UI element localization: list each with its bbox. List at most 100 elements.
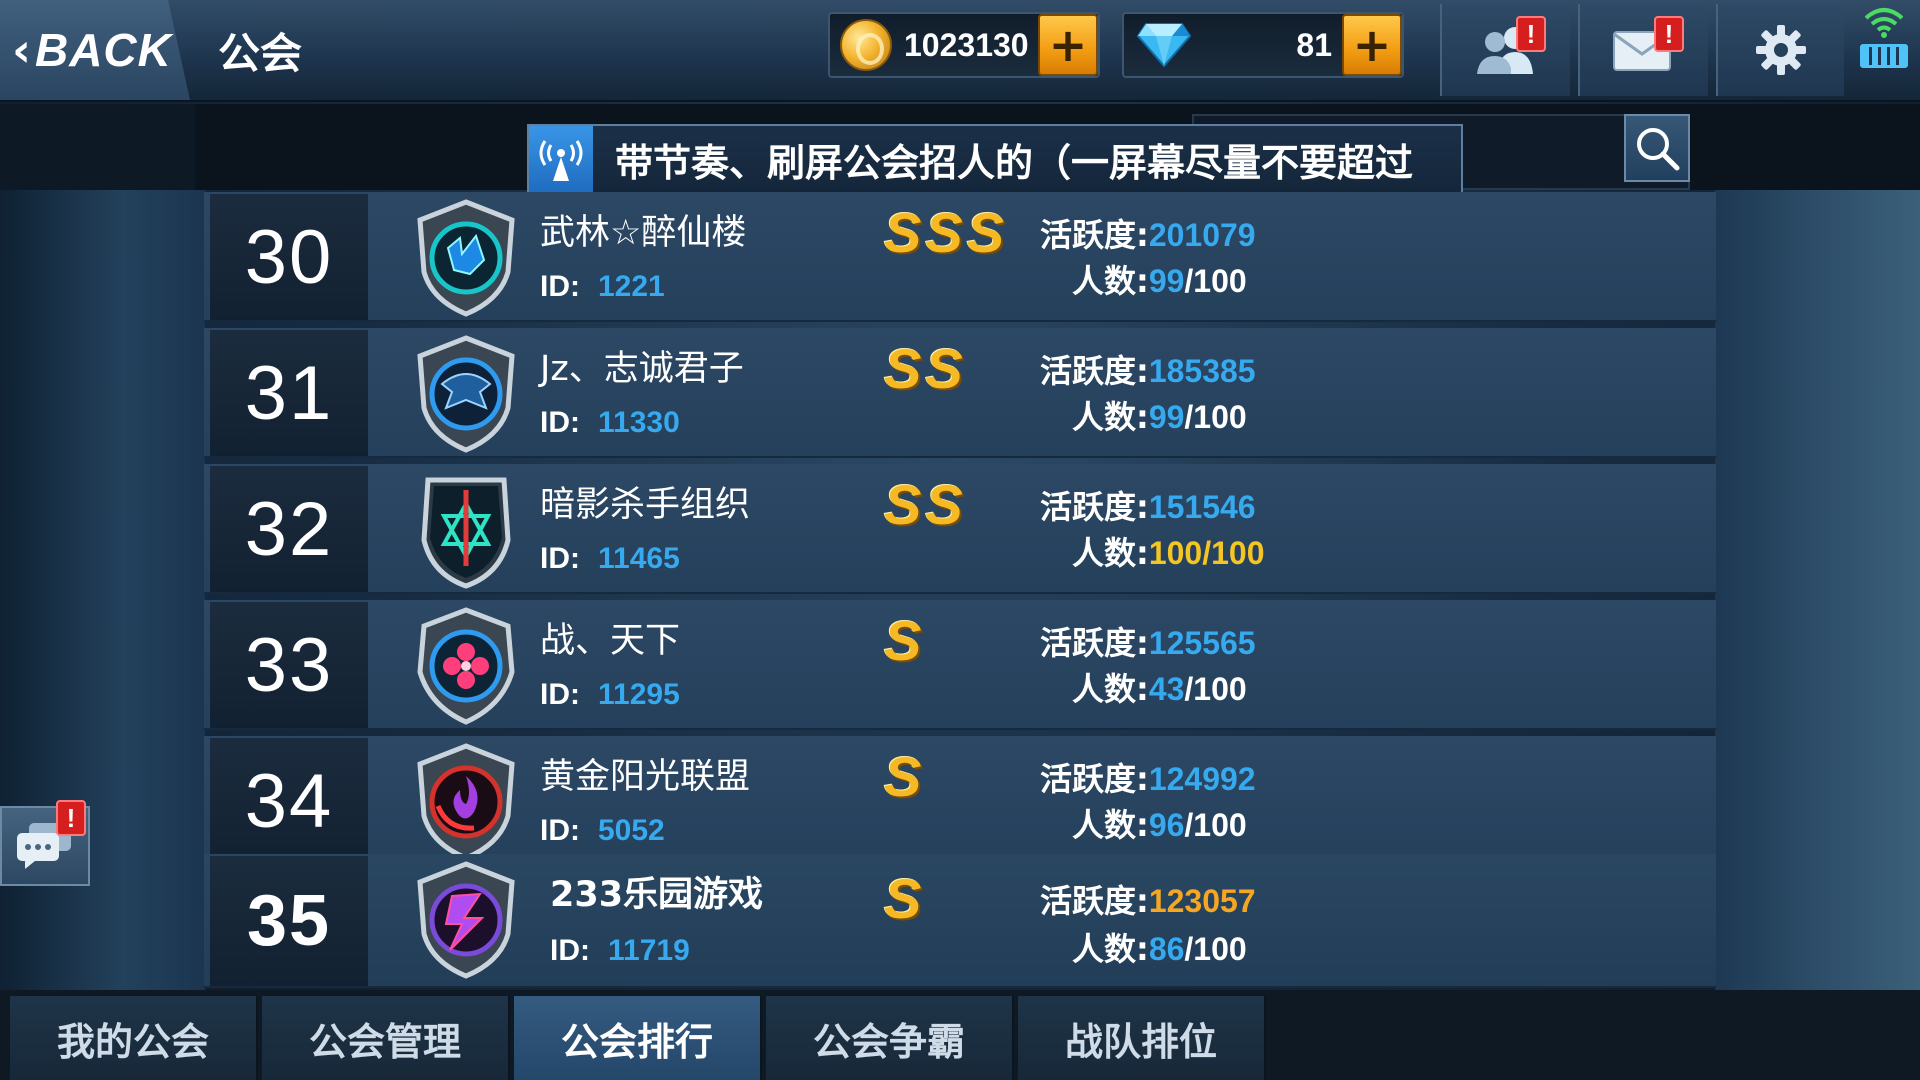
activity-value: 151546 [1148,489,1256,525]
add-gem-button[interactable]: + [1342,14,1402,76]
device-status [1852,6,1916,86]
broadcast-banner[interactable]: 带节奏、刷屏公会招人的（一屏幕尽量不要超过 [527,124,1463,194]
guild-name: 黄金阳光联盟 [540,757,751,797]
guild-members: 人数:43/100 [1072,664,1247,710]
guild-row-own[interactable]: 35 233乐园游戏 ID: 11719 S 活跃度:123057 人数:86/1… [204,854,1716,988]
battery-icon [1860,44,1908,68]
activity-value: 124992 [1148,761,1256,797]
activity-label: 活跃度: [1040,216,1149,254]
guild-id-label: ID: [550,934,590,967]
guild-id: ID: 1221 [540,270,665,304]
guild-ranking-list[interactable]: 30 武林☆醉仙楼 ID: 1221 SSS 活跃度:201079 人数:99/1… [204,192,1716,988]
guild-members: 人数:100/100 [1072,528,1264,574]
activity-value: 201079 [1148,217,1256,253]
members-label: 人数: [1072,262,1149,300]
guild-activity: 活跃度:125565 [1040,618,1256,664]
rank-number: 34 [244,758,334,844]
guild-emblem-icon [417,607,515,725]
members-max: /100 [1202,535,1265,571]
guild-activity: 活跃度:124992 [1040,754,1256,800]
guild-id-value: 5052 [598,814,665,847]
search-button[interactable] [1624,114,1690,182]
rank-badge: 30 [210,194,368,320]
wifi-icon [1864,8,1904,38]
guild-members: 人数:99/100 [1072,392,1247,438]
tab-guild-ranking[interactable]: 公会排行 [514,996,762,1080]
activity-value: 125565 [1148,625,1256,661]
members-count: 99 [1148,263,1185,299]
broadcast-row-left [0,104,195,190]
chat-notification-badge: ! [56,800,86,836]
members-label: 人数: [1072,534,1149,572]
gold-currency: 1023130 + [828,12,1100,78]
members-max: /100 [1184,671,1247,707]
bottom-tab-bar: 我的公会 公会管理 公会排行 公会争霸 战队排位 [0,990,1920,1080]
members-count: 86 [1148,931,1185,967]
members-count: 100 [1148,535,1203,571]
rank-badge: 31 [210,330,368,456]
friends-button[interactable]: ! [1440,4,1570,96]
top-bar: ‹ BACK 公会 1023130 + 81 + ! ! [0,0,1920,102]
gold-coin-icon [840,19,892,71]
guild-row[interactable]: 32 暗影杀手组织 ID: 11465 SS 活跃度:151546 人数:100/… [204,464,1716,594]
guild-members: 人数:96/100 [1072,800,1247,846]
activity-label: 活跃度: [1040,624,1149,662]
guild-id-value: 11465 [598,542,680,575]
guild-emblem-icon [417,335,515,453]
search-icon [1637,128,1680,171]
back-label: BACK [34,24,172,76]
rank-number: 31 [244,350,334,436]
tab-team-ranking[interactable]: 战队排位 [1018,996,1266,1080]
guild-row[interactable]: 33 战、天下 ID: 11295 S 活跃度:125565 人数:43/100 [204,600,1716,730]
activity-label: 活跃度: [1040,352,1149,390]
gem-currency: 81 + [1122,12,1404,78]
guild-row[interactable]: 30 武林☆醉仙楼 ID: 1221 SSS 活跃度:201079 人数:99/1… [204,192,1716,322]
gear-icon [1756,25,1806,75]
guild-id: ID: 11719 [550,934,690,968]
activity-label: 活跃度: [1040,760,1149,798]
mail-notification-badge: ! [1654,16,1684,52]
rank-number: 35 [246,881,332,961]
members-label: 人数: [1072,930,1149,968]
guild-activity: 活跃度:185385 [1040,346,1256,392]
guild-id-label: ID: [540,814,580,847]
guild-emblem-icon [421,477,511,589]
tab-guild-battle[interactable]: 公会争霸 [766,996,1014,1080]
guild-activity: 活跃度:201079 [1040,210,1256,256]
back-button[interactable]: ‹ BACK [0,0,190,100]
mail-button[interactable]: ! [1578,4,1708,96]
chevron-left-icon: ‹ [12,23,31,77]
rank-number: 33 [244,622,334,708]
guild-id-value: 11295 [598,678,680,711]
guild-row[interactable]: 31 Jz、志诚君子 ID: 11330 SS 活跃度:185385 人数:99/… [204,328,1716,458]
guild-id: ID: 11330 [540,406,680,440]
guild-grade: SS [884,337,967,400]
members-max: /100 [1184,807,1247,843]
guild-members: 人数:86/100 [1072,924,1247,970]
members-label: 人数: [1072,806,1149,844]
guild-row[interactable]: 34 黄金阳光联盟 ID: 5052 S 活跃度:124992 人数:96/100 [204,736,1716,866]
guild-grade: SS [884,473,967,536]
guild-grade: S [884,867,926,930]
gem-amount: 81 [1296,26,1332,63]
guild-id: ID: 11465 [540,542,680,576]
guild-grade: S [884,609,926,672]
settings-button[interactable] [1716,4,1844,96]
members-count: 99 [1148,399,1185,435]
add-gold-button[interactable]: + [1038,14,1098,76]
friends-notification-badge: ! [1516,16,1546,52]
members-label: 人数: [1072,670,1149,708]
members-max: /100 [1184,399,1247,435]
guild-members: 人数:99/100 [1072,256,1247,302]
members-max: /100 [1184,931,1247,967]
rank-badge: 32 [210,466,368,592]
activity-label: 活跃度: [1040,488,1149,526]
tab-my-guild[interactable]: 我的公会 [10,996,258,1080]
activity-value: 123057 [1148,883,1256,919]
guild-id-value: 11719 [608,934,690,967]
members-count: 43 [1148,671,1185,707]
tab-guild-management[interactable]: 公会管理 [262,996,510,1080]
broadcast-message: 带节奏、刷屏公会招人的（一屏幕尽量不要超过 [615,140,1414,185]
guild-name: 战、天下 [540,621,681,661]
guild-id: ID: 5052 [540,814,665,848]
